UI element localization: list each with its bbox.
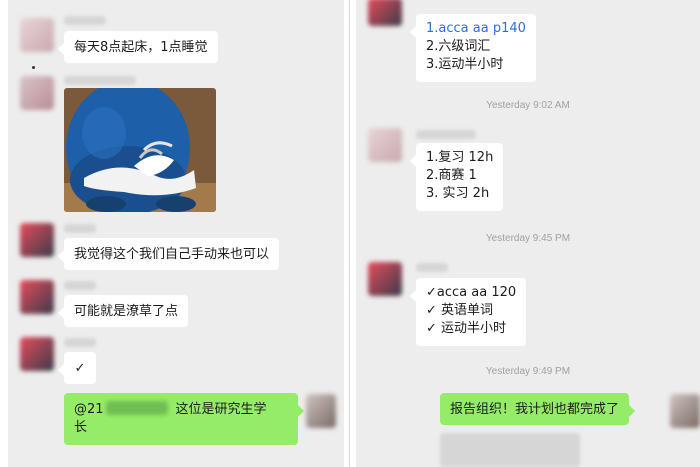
blurred-username: [105, 401, 168, 415]
left-chat-panel: 每天8点起床，1点睡觉 我觉得这个我们自己手动来也可以 可能就是潦草了点 ✓ @…: [8, 0, 344, 467]
sender-name-blurred: [64, 281, 96, 290]
message-line: ✓acca aa 120: [426, 285, 517, 300]
timestamp: Yesterday 9:45 PM: [485, 233, 571, 244]
partial-image-message[interactable]: [440, 433, 580, 467]
message-text: 每天8点起床，1点睡觉: [74, 40, 208, 55]
image-divider: [344, 0, 356, 467]
own-avatar[interactable]: [306, 394, 336, 428]
message-bubble[interactable]: 我觉得这个我们自己手动来也可以: [57, 238, 280, 270]
message-bubble[interactable]: 可能就是潦草了点: [57, 295, 189, 327]
message-text: ✓: [74, 361, 86, 376]
avatar[interactable]: [368, 262, 402, 296]
timestamp: Yesterday 9:49 PM: [485, 366, 571, 377]
stray-dot: [32, 66, 35, 69]
avatar[interactable]: [20, 18, 54, 52]
avatar[interactable]: [20, 280, 54, 314]
message-bubble[interactable]: 1.复习 12h 2.商赛 1 3. 实习 2h: [409, 143, 504, 211]
outgoing-mention-bubble[interactable]: @21 这位是研究生学 长: [64, 393, 304, 445]
message-bubble[interactable]: 每天8点起床，1点睡觉: [58, 31, 218, 63]
avatar[interactable]: [20, 76, 54, 110]
sender-name-blurred: [416, 263, 448, 272]
mention-line-2: 长: [74, 420, 88, 435]
own-avatar[interactable]: [670, 394, 700, 428]
sticker-message[interactable]: [64, 88, 216, 212]
message-line: 1.acca aa p140: [426, 21, 526, 36]
message-line: 2.商赛 1: [426, 168, 477, 183]
message-line: 1.复习 12h: [426, 150, 494, 165]
avatar[interactable]: [20, 223, 54, 257]
outgoing-message-bubble[interactable]: 报告组织！我计划也都完成了: [440, 393, 636, 425]
message-line: 3. 实习 2h: [426, 186, 490, 201]
cartoon-sticker-image: [64, 88, 216, 212]
sender-name-blurred: [64, 224, 96, 233]
mention-text: 这位是研究生学: [175, 402, 267, 417]
avatar[interactable]: [368, 128, 402, 162]
sender-name-blurred: [416, 130, 476, 139]
right-chat-panel: 1.acca aa p140 2.六级词汇 3.运动半小时 Yesterday …: [356, 0, 700, 467]
sender-name-blurred: [64, 338, 96, 347]
avatar[interactable]: [368, 0, 402, 26]
avatar[interactable]: [20, 337, 54, 371]
message-line: 2.六级词汇: [426, 39, 491, 54]
message-bubble[interactable]: ✓acca aa 120 ✓ 英语单词 ✓ 运动半小时: [409, 278, 527, 346]
message-text: 我觉得这个我们自己手动来也可以: [74, 247, 270, 262]
message-text: 报告组织！我计划也都完成了: [450, 402, 620, 417]
sender-name-blurred: [64, 16, 106, 25]
sender-name-blurred: [64, 76, 136, 85]
message-bubble[interactable]: 1.acca aa p140 2.六级词汇 3.运动半小时: [410, 14, 536, 82]
mention-line-1: @21 这位是研究生学: [74, 401, 288, 419]
message-bubble[interactable]: ✓: [58, 352, 96, 384]
mention-at-text: @21: [74, 402, 104, 417]
message-line: ✓ 英语单词: [426, 303, 494, 318]
message-line: ✓ 运动半小时: [426, 321, 507, 336]
message-line: 3.运动半小时: [426, 57, 504, 72]
message-text: 可能就是潦草了点: [74, 304, 179, 319]
timestamp: Yesterday 9:02 AM: [486, 100, 570, 111]
